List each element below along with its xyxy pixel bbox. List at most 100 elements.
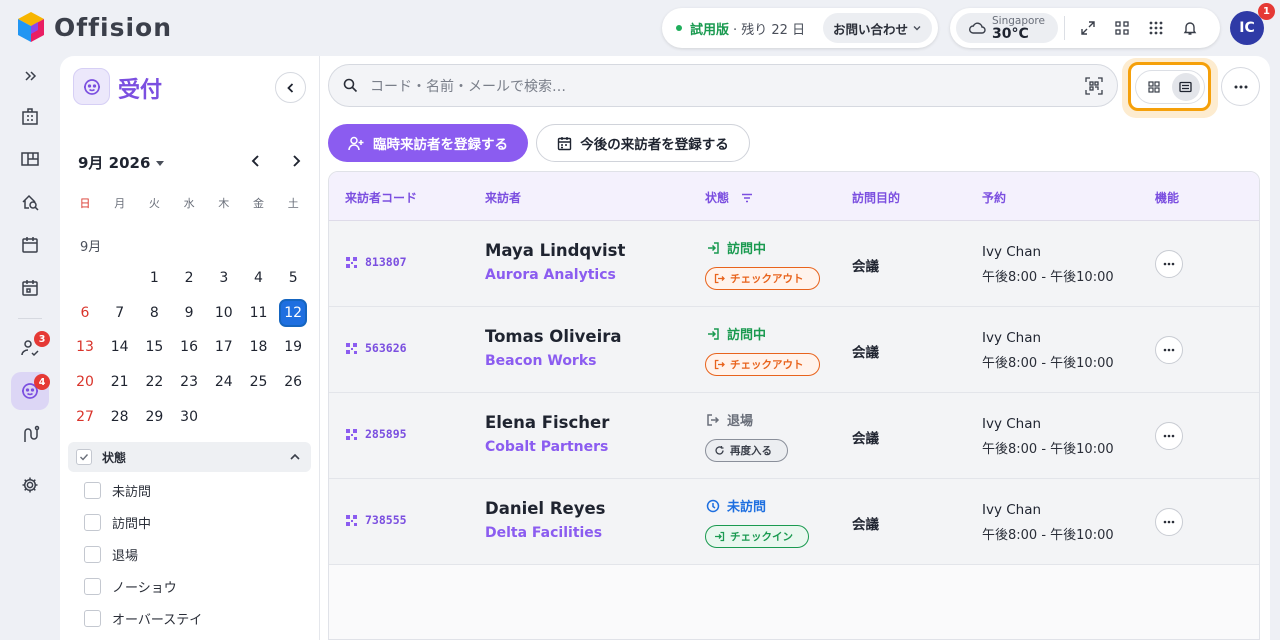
search-input[interactable]: コード・名前・メールで検索… [370,76,1085,96]
filter-option-checkbox[interactable] [84,482,101,499]
status-action-button[interactable]: チェックイン [705,525,809,548]
visitor-company[interactable]: Beacon Works [485,353,596,369]
rail-building[interactable] [12,98,48,134]
filter-icon[interactable] [741,193,753,203]
register-future-visitor-button[interactable]: 今後の来訪者を登録する [536,124,750,162]
rail-calendar[interactable] [12,227,48,263]
calendar-day[interactable]: 30 [172,402,206,432]
app-logo[interactable]: Offision [16,10,172,44]
visitor-code[interactable]: 563626 [346,341,407,355]
calendar-day[interactable]: 14 [103,332,137,362]
status-action-button[interactable]: チェックアウト [705,267,820,290]
rail-floorplan[interactable] [12,141,48,177]
calendar-day[interactable]: 25 [242,367,276,397]
calendar-day[interactable]: 29 [137,402,171,432]
calendar-day[interactable]: 15 [137,332,171,362]
row-more-button[interactable] [1155,250,1183,278]
collapse-panel-button[interactable] [275,72,306,103]
calendar-day-selected[interactable]: 12 [279,298,308,327]
calendar-day[interactable]: 7 [103,298,137,328]
grid-view-button[interactable] [1140,73,1168,101]
visitor-name[interactable]: Elena Fischer [485,413,609,432]
calendar-day[interactable]: 28 [103,402,137,432]
row-more-button[interactable] [1155,336,1183,364]
row-more-button[interactable] [1155,422,1183,450]
calendar-day[interactable]: 8 [137,298,171,328]
apps-button[interactable] [1139,11,1173,45]
status-filter-option[interactable]: 訪問中 [84,513,151,532]
status-filter-checkbox[interactable] [76,449,92,465]
calendar-day[interactable]: 5 [276,263,310,293]
visitor-name[interactable]: Tomas Oliveira [485,327,622,346]
rail-pathway[interactable] [12,416,48,452]
expand-rail-button[interactable] [12,58,48,94]
calendar-day[interactable]: 27 [68,402,102,432]
visitor-code[interactable]: 285895 [346,427,407,441]
calendar-day[interactable]: 18 [242,332,276,362]
list-view-button[interactable] [1171,72,1200,101]
more-options-button[interactable] [1221,67,1260,106]
calendar-day[interactable]: 2 [172,263,206,293]
header-functions: 機能 [1155,191,1180,205]
month-selector[interactable]: 9月 2026 [78,152,166,173]
filter-option-checkbox[interactable] [84,578,101,595]
cloud-icon [969,22,986,34]
calendar-day[interactable]: 26 [276,367,310,397]
calendar-day[interactable]: 19 [276,332,310,362]
calendar-day[interactable]: 16 [172,332,206,362]
view-toggle[interactable] [1128,62,1211,111]
rail-settings[interactable] [12,467,48,503]
status-action-button[interactable]: 再度入る [705,439,788,462]
table-row[interactable]: 285895 Elena Fischer Cobalt Partners 退場 再度入る… [329,393,1259,479]
status-filter-header[interactable]: 状態 [68,442,311,472]
filter-option-checkbox[interactable] [84,514,101,531]
contact-button[interactable]: お問い合わせ [822,13,932,43]
calendar-day[interactable]: 10 [207,298,241,328]
search-bar[interactable]: コード・名前・メールで検索… [328,64,1118,107]
calendar-day[interactable]: 24 [207,367,241,397]
status-action-button[interactable]: チェックアウト [705,353,820,376]
status-filter-option[interactable]: 未訪問 [84,481,151,500]
fullscreen-button[interactable] [1071,11,1105,45]
weather-widget[interactable]: Singapore 30°C [956,13,1058,43]
notifications-button[interactable] [1173,11,1207,45]
status-filter-option[interactable]: ノーショウ [84,577,177,596]
calendar-day[interactable]: 6 [68,298,102,328]
calendar-day[interactable]: 1 [137,263,171,293]
calendar-day[interactable]: 4 [242,263,276,293]
rail-schedule[interactable] [12,270,48,306]
calendar-day[interactable]: 13 [68,332,102,362]
visitor-name[interactable]: Maya Lindqvist [485,241,625,260]
visitor-name[interactable]: Daniel Reyes [485,499,606,518]
calendar-day[interactable]: 3 [207,263,241,293]
prev-month-button[interactable] [245,150,267,172]
calendar-day[interactable]: 9 [172,298,206,328]
calendar-day[interactable]: 17 [207,332,241,362]
table-row[interactable]: 813807 Maya Lindqvist Aurora Analytics 訪問中チ… [329,221,1259,307]
calendar-day[interactable]: 21 [103,367,137,397]
calendar-day[interactable]: 23 [172,367,206,397]
filter-option-checkbox[interactable] [84,546,101,563]
qr-scan-button[interactable] [1105,11,1139,45]
visitor-code-text: 563626 [365,341,407,355]
row-more-button[interactable] [1155,508,1183,536]
rail-space-search[interactable] [12,184,48,220]
visitor-company[interactable]: Cobalt Partners [485,439,608,455]
calendar-day[interactable]: 20 [68,367,102,397]
status-filter-option[interactable]: オーバーステイ [84,609,202,628]
calendar-day[interactable]: 22 [137,367,171,397]
visitor-code[interactable]: 738555 [346,513,407,527]
status-filter-option[interactable]: 退場 [84,545,138,564]
visitor-code[interactable]: 813807 [346,255,407,269]
filter-option-checkbox[interactable] [84,610,101,627]
table-row[interactable]: 563626 Tomas Oliveira Beacon Works 訪問中 チェックア… [329,307,1259,393]
header-status[interactable]: 状態 [705,189,753,206]
register-adhoc-visitor-button[interactable]: 臨時来訪者を登録する [328,124,528,162]
table-row[interactable]: 738555 Daniel Reyes Delta Facilities 未訪問 チェッ… [329,479,1259,565]
reservation-time: 午後8:00 - 午後10:00 [982,270,1114,285]
visitor-company[interactable]: Delta Facilities [485,525,602,541]
qr-scan-icon[interactable] [1085,76,1103,95]
next-month-button[interactable] [285,150,307,172]
calendar-day[interactable]: 11 [242,298,276,328]
visitor-company[interactable]: Aurora Analytics [485,267,616,283]
